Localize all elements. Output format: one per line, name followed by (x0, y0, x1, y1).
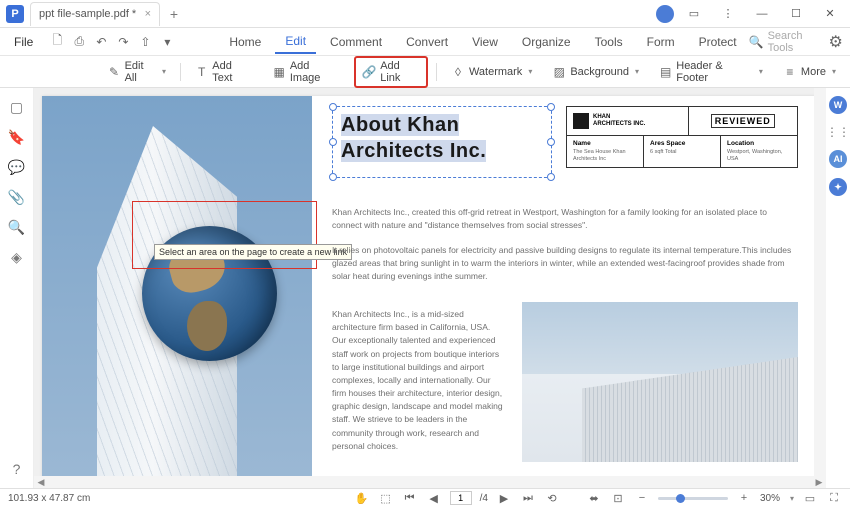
bookmarks-icon[interactable]: 🔖 (8, 128, 26, 146)
share-icon[interactable]: ⇧ (135, 32, 155, 52)
tab-title: ppt file-sample.pdf * (39, 8, 136, 20)
tab-home[interactable]: Home (219, 31, 271, 53)
image-icon: ▦ (273, 65, 286, 79)
reviewed-stamp: REVIEWED (689, 107, 798, 135)
word-export-badge[interactable]: W (829, 96, 847, 114)
settings-icon[interactable]: ⚙ (827, 32, 844, 52)
layers-icon[interactable]: ◈ (8, 248, 26, 266)
cursor-coords: 101.93 x 47.87 cm (8, 493, 90, 504)
scroll-left-icon[interactable]: ◀ (34, 477, 48, 488)
page: Select an area on the page to create a n… (42, 96, 816, 480)
attachments-icon[interactable]: 📎 (8, 188, 26, 206)
zoom-in-icon[interactable]: + (736, 490, 752, 506)
tab-form[interactable]: Form (637, 31, 685, 53)
horizontal-scrollbar[interactable]: ◀ ▶ (34, 476, 826, 488)
thumbnails-icon[interactable]: ▢ (8, 98, 26, 116)
fit-page-icon[interactable]: ⊡ (610, 490, 626, 506)
tab-protect[interactable]: Protect (689, 31, 747, 53)
more-icon: ≡ (783, 65, 797, 79)
scroll-right-icon[interactable]: ▶ (812, 477, 826, 488)
tab-tools[interactable]: Tools (585, 31, 633, 53)
chevron-down-icon[interactable]: ▾ (157, 32, 177, 52)
fit-width-icon[interactable]: ⬌ (586, 490, 602, 506)
reading-mode-icon[interactable]: ▭ (802, 490, 818, 506)
file-menu[interactable]: File (6, 33, 41, 51)
add-text-button[interactable]: TAdd Text (189, 57, 259, 87)
assist-badge[interactable]: ✦ (829, 178, 847, 196)
edit-all-button[interactable]: ✎Edit All▾ (101, 57, 172, 87)
chat-icon[interactable]: ▭ (680, 1, 708, 27)
tab-convert[interactable]: Convert (396, 31, 458, 53)
close-window-button[interactable]: ✕ (816, 1, 844, 27)
zoom-out-icon[interactable]: − (634, 490, 650, 506)
zoom-level: 30% (760, 493, 780, 504)
redo-icon[interactable]: ↷ (113, 32, 133, 52)
print-icon[interactable]: ⎙ (69, 32, 89, 52)
vertical-scrollbar[interactable] (814, 88, 826, 476)
paragraph-1: Khan Architects Inc., created this off-g… (332, 206, 798, 232)
add-link-button[interactable]: 🔗Add Link (354, 56, 428, 88)
last-page-icon[interactable]: ⏭ (520, 490, 536, 506)
maximize-button[interactable]: ☐ (782, 1, 810, 27)
rotate-icon[interactable]: ⟲ (544, 490, 560, 506)
paragraph-3: Khan Architects Inc., is a mid-sized arc… (332, 308, 504, 453)
prev-page-icon[interactable]: ◀ (426, 490, 442, 506)
close-tab-icon[interactable]: × (145, 8, 151, 20)
adjust-icon[interactable]: ⋮⋮ (830, 124, 846, 140)
info-box: KHANARCHITECTS INC. REVIEWED NameThe Sea… (566, 106, 798, 168)
more-button[interactable]: ≡More▾ (777, 62, 842, 82)
next-page-icon[interactable]: ▶ (496, 490, 512, 506)
page-total: /4 (480, 493, 488, 504)
watermark-button[interactable]: ◊Watermark▾ (445, 62, 538, 82)
new-tab-button[interactable]: + (164, 4, 184, 24)
building-photo (522, 302, 798, 462)
paragraph-2: It relies on photovoltaic panels for ele… (332, 244, 798, 284)
hand-tool-icon[interactable]: ✋ (354, 490, 370, 506)
header-footer-button[interactable]: ▤Header & Footer▾ (653, 57, 769, 87)
app-icon: P (6, 5, 24, 23)
search-icon: 🔍 (749, 35, 764, 49)
add-image-button[interactable]: ▦Add Image (267, 57, 347, 87)
help-icon[interactable]: ? (8, 460, 26, 478)
tab-organize[interactable]: Organize (512, 31, 581, 53)
watermark-icon: ◊ (451, 65, 465, 79)
header-footer-icon: ▤ (659, 65, 672, 79)
minimize-button[interactable]: — (748, 1, 776, 27)
text-icon: T (195, 65, 208, 79)
background-icon: ▨ (552, 65, 566, 79)
background-button[interactable]: ▨Background▾ (546, 62, 645, 82)
document-canvas[interactable]: Select an area on the page to create a n… (34, 88, 826, 488)
khan-logo-icon (573, 113, 589, 129)
tab-view[interactable]: View (462, 31, 508, 53)
title-text-box[interactable]: About KhanArchitects Inc. (332, 106, 552, 178)
document-tab[interactable]: ppt file-sample.pdf * × (30, 2, 160, 26)
user-avatar[interactable] (656, 5, 674, 23)
link-icon: 🔗 (362, 65, 376, 79)
search-tools[interactable]: 🔍 Search Tools (749, 30, 818, 54)
document-title: About KhanArchitects Inc. (341, 113, 543, 164)
pencil-icon: ✎ (107, 65, 120, 79)
link-tooltip: Select an area on the page to create a n… (154, 244, 352, 260)
undo-icon[interactable]: ↶ (91, 32, 111, 52)
zoom-slider[interactable] (658, 497, 728, 500)
ai-badge[interactable]: AI (829, 150, 847, 168)
fullscreen-icon[interactable]: ⛶ (826, 490, 842, 506)
first-page-icon[interactable]: ⏮ (402, 490, 418, 506)
comments-icon[interactable]: 💬 (8, 158, 26, 176)
tab-comment[interactable]: Comment (320, 31, 392, 53)
page-number-input[interactable] (450, 491, 472, 505)
select-tool-icon[interactable]: ⬚ (378, 490, 394, 506)
save-icon[interactable]: 🗋 (47, 32, 67, 52)
search-panel-icon[interactable]: 🔍 (8, 218, 26, 236)
tab-edit[interactable]: Edit (275, 30, 316, 54)
menu-dots-icon[interactable]: ⋮ (714, 1, 742, 27)
